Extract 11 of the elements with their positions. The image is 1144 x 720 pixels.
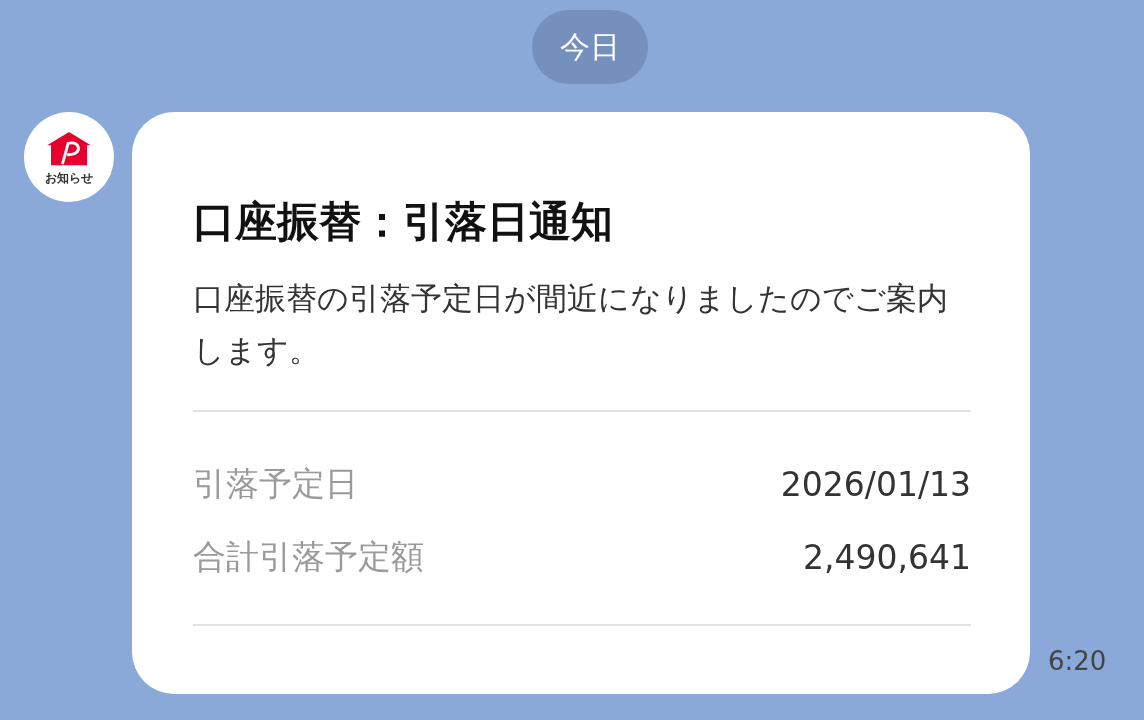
row-value: 2,490,641 bbox=[803, 538, 971, 577]
avatar-label: お知らせ bbox=[45, 169, 93, 187]
row-label: 引落予定日 bbox=[193, 463, 358, 505]
house-icon bbox=[45, 131, 93, 168]
message-title: 口座振替：引落日通知 bbox=[193, 196, 614, 248]
row-value: 2026/01/13 bbox=[780, 465, 971, 504]
message-time: 6:20 bbox=[1048, 646, 1107, 676]
row-label: 合計引落予定額 bbox=[193, 536, 424, 578]
message-body: 口座振替の引落予定日が間近になりましたのでご案内します。 bbox=[193, 279, 949, 370]
sender-avatar[interactable]: お知らせ bbox=[24, 112, 114, 202]
date-chip: 今日 bbox=[532, 10, 648, 84]
